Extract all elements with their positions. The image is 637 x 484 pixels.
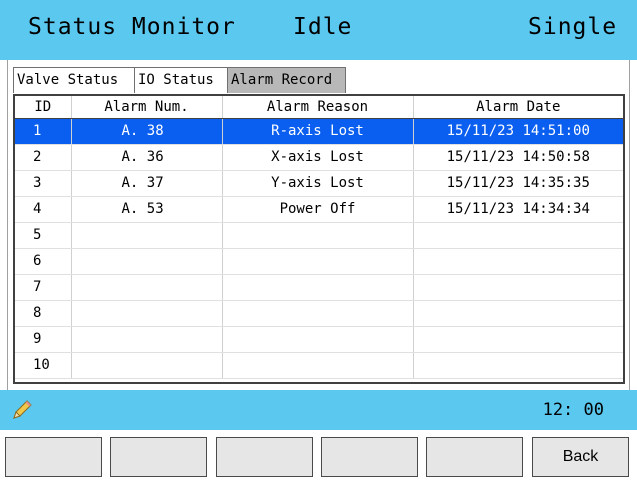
cell-alarm-date (413, 352, 623, 379)
alarm-table: ID Alarm Num. Alarm Reason Alarm Date 1A… (13, 94, 625, 384)
cell-alarm-reason (222, 300, 414, 327)
table-row[interactable]: 1 A. 38 R-axis Lost 15/11/23 14:51:00 (15, 118, 623, 145)
cell-alarm-date: 15/11/23 14:50:58 (413, 144, 623, 171)
cell-alarm-reason (222, 222, 414, 249)
cell-alarm-reason (222, 248, 414, 275)
cell-id: 2 (15, 144, 72, 171)
cell-alarm-num (71, 222, 223, 249)
cell-alarm-num: A. 53 (71, 196, 223, 223)
back-button[interactable]: Back (532, 437, 629, 477)
machine-state: Idle (293, 14, 353, 40)
table-row[interactable]: 10 (15, 352, 623, 379)
cell-alarm-reason: Y-axis Lost (222, 170, 414, 197)
cell-alarm-date (413, 326, 623, 353)
cell-id: 9 (15, 326, 72, 353)
function-button-5[interactable] (426, 437, 523, 477)
cell-id: 6 (15, 248, 72, 275)
function-button-row: Back (0, 430, 637, 484)
cell-alarm-reason: X-axis Lost (222, 144, 414, 171)
cell-id: 3 (15, 170, 72, 197)
screen-title: Status Monitor (28, 14, 236, 40)
cell-alarm-reason (222, 352, 414, 379)
cell-alarm-reason (222, 326, 414, 353)
cell-alarm-num (71, 352, 223, 379)
table-row[interactable]: 9 (15, 326, 623, 353)
cell-alarm-reason: Power Off (222, 196, 414, 223)
table-row[interactable]: 6 (15, 248, 623, 275)
cell-alarm-num (71, 326, 223, 353)
clock: 12: 00 (542, 400, 604, 420)
function-button-1[interactable] (5, 437, 102, 477)
table-row[interactable]: 8 (15, 300, 623, 327)
status-bar: 12: 00 (0, 390, 637, 430)
cell-id: 7 (15, 274, 72, 301)
column-header-alarm-reason: Alarm Reason (222, 96, 414, 119)
function-button-3[interactable] (216, 437, 313, 477)
cell-alarm-num: A. 37 (71, 170, 223, 197)
cell-alarm-date: 15/11/23 14:34:34 (413, 196, 623, 223)
cell-alarm-date (413, 248, 623, 275)
cell-alarm-date (413, 300, 623, 327)
tab-alarm-record[interactable]: Alarm Record (228, 67, 346, 93)
table-row[interactable]: 2 A. 36 X-axis Lost 15/11/23 14:50:58 (15, 144, 623, 171)
cell-alarm-num: A. 38 (71, 118, 223, 145)
table-header-row: ID Alarm Num. Alarm Reason Alarm Date (15, 96, 623, 119)
cell-id: 4 (15, 196, 72, 223)
function-button-4[interactable] (321, 437, 418, 477)
tab-io-status[interactable]: IO Status (135, 67, 228, 93)
pencil-icon[interactable] (10, 398, 34, 422)
main-panel: Valve Status IO Status Alarm Record ID A… (7, 60, 630, 390)
header-bar: Status Monitor Idle Single (0, 0, 637, 60)
table-row[interactable]: 5 (15, 222, 623, 249)
cell-id: 8 (15, 300, 72, 327)
cell-alarm-reason (222, 274, 414, 301)
cell-alarm-date: 15/11/23 14:35:35 (413, 170, 623, 197)
function-button-2[interactable] (110, 437, 207, 477)
column-header-id: ID (15, 96, 72, 119)
cell-id: 5 (15, 222, 72, 249)
cell-id: 10 (15, 352, 72, 379)
cell-alarm-num (71, 300, 223, 327)
cell-alarm-num (71, 274, 223, 301)
column-header-alarm-date: Alarm Date (413, 96, 623, 119)
cell-alarm-date: 15/11/23 14:51:00 (413, 118, 623, 145)
table-row[interactable]: 4 A. 53 Power Off 15/11/23 14:34:34 (15, 196, 623, 223)
tab-valve-status[interactable]: Valve Status (13, 67, 135, 93)
cell-id: 1 (15, 118, 72, 145)
column-header-alarm-num: Alarm Num. (71, 96, 223, 119)
cell-alarm-date (413, 274, 623, 301)
run-mode: Single (528, 14, 618, 40)
table-row[interactable]: 7 (15, 274, 623, 301)
cell-alarm-reason: R-axis Lost (222, 118, 414, 145)
cell-alarm-date (413, 222, 623, 249)
cell-alarm-num: A. 36 (71, 144, 223, 171)
table-row[interactable]: 3 A. 37 Y-axis Lost 15/11/23 14:35:35 (15, 170, 623, 197)
tab-bar: Valve Status IO Status Alarm Record (13, 67, 346, 93)
cell-alarm-num (71, 248, 223, 275)
